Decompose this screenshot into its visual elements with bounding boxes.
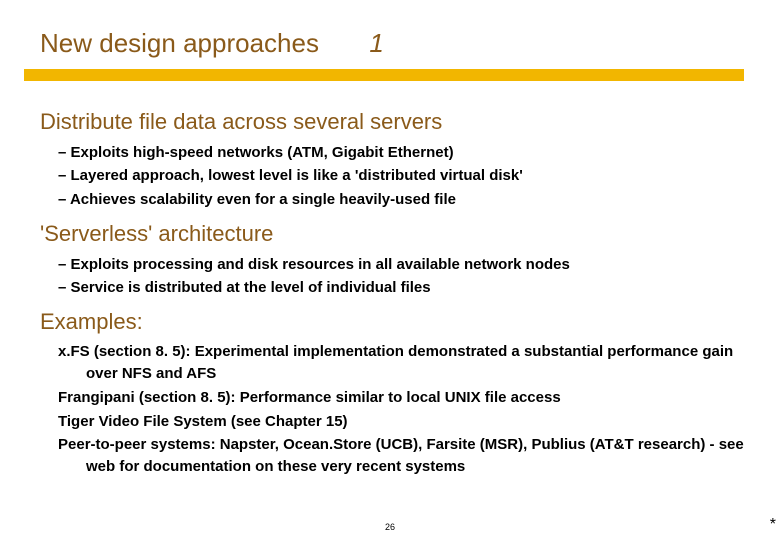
bullet-list: Exploits high-speed networks (ATM, Gigab… [58, 141, 750, 211]
bullet-item: Layered approach, lowest level is like a… [58, 164, 750, 187]
slide: New design approaches 1 Distribute file … [0, 0, 780, 540]
examples-list: x.FS (section 8. 5): Experimental implem… [58, 341, 750, 478]
bullet-item: Exploits high-speed networks (ATM, Gigab… [58, 141, 750, 164]
example-item: Peer-to-peer systems: Napster, Ocean.Sto… [58, 434, 750, 478]
slide-body: Distribute file data across several serv… [0, 81, 780, 478]
slide-title-row: New design approaches 1 [0, 0, 780, 59]
slide-title: New design approaches [40, 28, 319, 58]
bullet-item: Service is distributed at the level of i… [58, 276, 750, 299]
bullet-list: Exploits processing and disk resources i… [58, 253, 750, 300]
example-item: Tiger Video File System (see Chapter 15) [58, 411, 750, 433]
bullet-item: Achieves scalability even for a single h… [58, 188, 750, 211]
example-item: Frangipani (section 8. 5): Performance s… [58, 387, 750, 409]
accent-bar [24, 69, 744, 81]
section-heading: 'Serverless' architecture [40, 221, 750, 247]
example-item: x.FS (section 8. 5): Experimental implem… [58, 341, 750, 385]
asterisk-mark: * [770, 516, 776, 534]
page-number: 26 [0, 522, 780, 532]
slide-title-number: 1 [369, 28, 383, 58]
section-heading: Distribute file data across several serv… [40, 109, 750, 135]
bullet-item: Exploits processing and disk resources i… [58, 253, 750, 276]
examples-heading: Examples: [40, 309, 750, 335]
